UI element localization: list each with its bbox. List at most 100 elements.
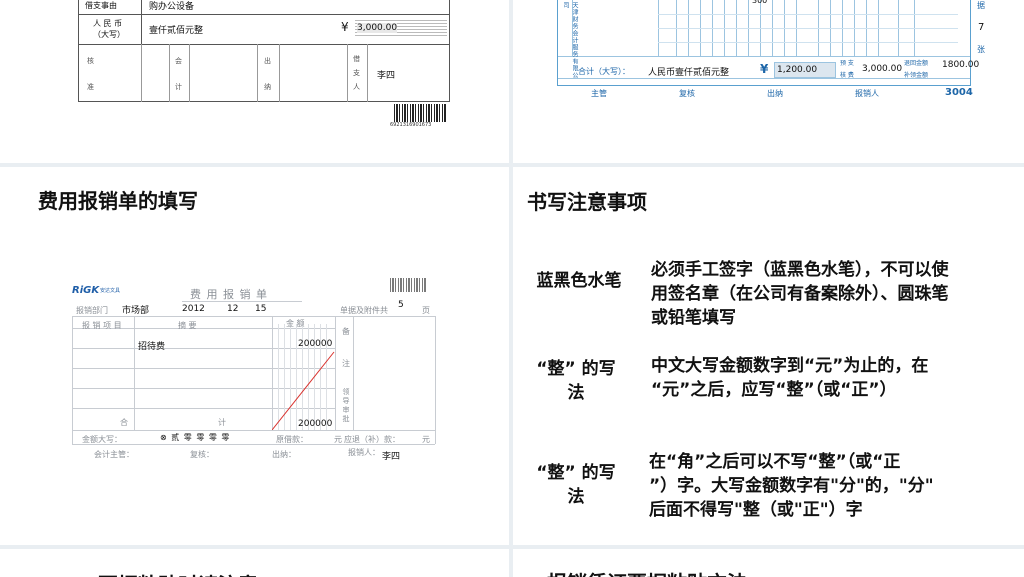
note-desc-line: 后面不得写"整（或"正"）字: [649, 500, 863, 520]
form-line: [72, 430, 435, 431]
note-desc-line: 中文大写金额数字到“元”为止的，在: [651, 356, 929, 376]
amount-words: 壹仟贰佰元整: [149, 26, 204, 36]
note-term-zheng-1: “整” 的写 法: [521, 357, 631, 405]
panel-receipt-attach-method: 报销凭证票据粘贴方法: [513, 549, 1024, 577]
refund-label-line1: 退回金额: [904, 60, 929, 67]
audit-note: 领导审批: [342, 388, 350, 424]
side-number: 7: [978, 22, 985, 33]
col-item-header: 报 销 项 目: [82, 321, 122, 330]
note-desc-line: 必须手工签字（蓝黑色水笔），不可以使: [651, 260, 949, 280]
day-value: 15: [255, 304, 267, 314]
row-number: 300: [752, 0, 768, 5]
amount-total: 200000: [298, 419, 333, 429]
panel-expense-form: 费用报销单的填写 RiGK 安达文具 费 用 报 销 单 报销部门 市场部 20…: [0, 167, 509, 545]
form-line: [134, 316, 135, 430]
barcode-image: [394, 104, 446, 122]
footer-cashier: 出纳: [767, 89, 783, 98]
approve-label-line1: 核: [87, 57, 94, 65]
brand-logo: RiGK: [72, 285, 100, 296]
note-term-line: “整” 的写: [536, 463, 616, 483]
purpose-value: 购办公设备: [149, 2, 195, 12]
form-barcode: [390, 278, 426, 292]
form-line: [435, 316, 436, 444]
form-line: [141, 0, 142, 44]
dept-value: 市场部: [122, 306, 150, 316]
form-line: [79, 14, 449, 15]
borrow-label: 原借款：: [276, 435, 308, 444]
borrower-name: 李四: [377, 71, 396, 81]
vertical-company-text: 天津财务会计服务有限公司: [562, 2, 578, 79]
col-amount-header: 金 额: [286, 319, 305, 328]
refund-amount: 1800.00: [942, 60, 980, 70]
panel-receipt-attach-notes: 票据粘贴时请注意: [0, 549, 509, 577]
note-term-zheng-2: “整” 的写 法: [521, 461, 631, 509]
cashier-label-line2: 纳: [264, 83, 271, 91]
total-label-a: 合: [120, 418, 128, 427]
advance-label-line2: 核 费: [840, 72, 854, 79]
purpose-label: 借支事由: [85, 1, 117, 10]
form-line: [558, 56, 970, 57]
form-line: [658, 28, 958, 29]
advance-amount: 3,000.00: [862, 64, 903, 74]
section-title: 书写注意事项: [527, 190, 647, 214]
form-line: [279, 44, 280, 102]
panel-borrow-form: 借支事由 购办公设备 人 民 币 （大写） 壹仟贰佰元整 ¥ 3,000.00 …: [0, 0, 509, 163]
amount-label-line1: 人 民 币: [93, 19, 123, 28]
form-number: 3004: [945, 87, 973, 98]
panel-claim-voucher: 天津财务会计服务有限公司 300 合计（大写）： 人民币壹仟贰佰元整 ¥ 1,2…: [513, 0, 1024, 163]
section-title: 票据粘贴时请注意: [98, 569, 258, 577]
section-title: 报销凭证票据粘贴方法: [547, 567, 747, 577]
yuan-label: 元: [422, 435, 430, 444]
form-line: [72, 316, 435, 317]
note-desc-line: ”）字。大写金额数字有"分"的，"分": [649, 476, 934, 496]
form-line: [658, 42, 958, 43]
attach-label: 单据及附件共: [340, 306, 388, 315]
note-desc-pen: 必须手工签字（蓝黑色水笔），不可以使 用签名章（在公司有备案除外）、圆珠笔 或铅…: [651, 258, 1023, 330]
approve-label-line2: 准: [87, 83, 94, 91]
total-number: 1,200.00: [774, 62, 836, 78]
note-desc-line: 或铅笔填写: [651, 308, 736, 328]
refund-label-line2: 补领金额: [904, 72, 929, 79]
note-desc-line: “元”之后，应写“整”（或“正”）: [651, 380, 897, 400]
form-line: [79, 44, 449, 45]
title-underline: [182, 301, 302, 302]
note-term-pen: 蓝黑色水笔: [536, 271, 622, 291]
brand-logo-small: 安达文具: [100, 288, 121, 294]
cashier-label: 出纳：: [272, 450, 296, 459]
section-title: 费用报销单的填写: [38, 189, 198, 213]
footer-manager: 主管: [591, 89, 607, 98]
note-desc-zheng-1: 中文大写金额数字到“元”为止的，在 “元”之后，应写“整”（或“正”）: [651, 354, 1023, 402]
form-line: [169, 44, 170, 102]
col-note-header: 备: [342, 327, 350, 336]
form-line: [72, 316, 73, 444]
note-term-line: “整” 的写: [536, 359, 616, 379]
month-value: 12: [227, 304, 239, 314]
form-line: [257, 44, 258, 102]
total-label: 合计（大写）：: [578, 67, 630, 76]
note-desc-line: 在“角”之后可以不写“整”（或“正: [649, 452, 901, 472]
total-words: 人民币壹仟贰佰元整: [648, 68, 730, 78]
col-summary-header: 摘 要: [178, 321, 197, 330]
form-title: 费 用 报 销 单: [190, 288, 268, 301]
form-line: [658, 14, 958, 15]
side-char-1: 据: [977, 1, 985, 10]
claimant-value: 李四: [382, 452, 401, 462]
yuan-label: 元: [334, 435, 342, 444]
col-note-header-2: 注: [342, 359, 350, 368]
note-term-line: 法: [567, 487, 585, 507]
amount-number: 3,000.00: [357, 23, 398, 33]
form-line: [141, 44, 142, 102]
form-line: [353, 316, 354, 430]
form-line: [367, 44, 368, 102]
footer-claimant: 报销人: [855, 89, 879, 98]
panel-writing-notes: 书写注意事项 蓝黑色水笔 必须手工签字（蓝黑色水笔），不可以使 用签名章（在公司…: [513, 167, 1024, 545]
currency-symbol: ¥: [760, 62, 769, 76]
barcode-number: 6921316901673: [390, 122, 432, 128]
attach-unit: 页: [422, 306, 430, 315]
form-line: [347, 44, 348, 102]
cashier-label-line1: 出: [264, 57, 271, 65]
expense-claim-form: RiGK 安达文具 费 用 报 销 单 报销部门 市场部 2012 12 15 …: [72, 278, 436, 462]
item-value: 招待费: [138, 342, 166, 352]
claimant-label: 报销人：: [348, 448, 380, 457]
accountant-label-line1: 会: [175, 57, 182, 65]
